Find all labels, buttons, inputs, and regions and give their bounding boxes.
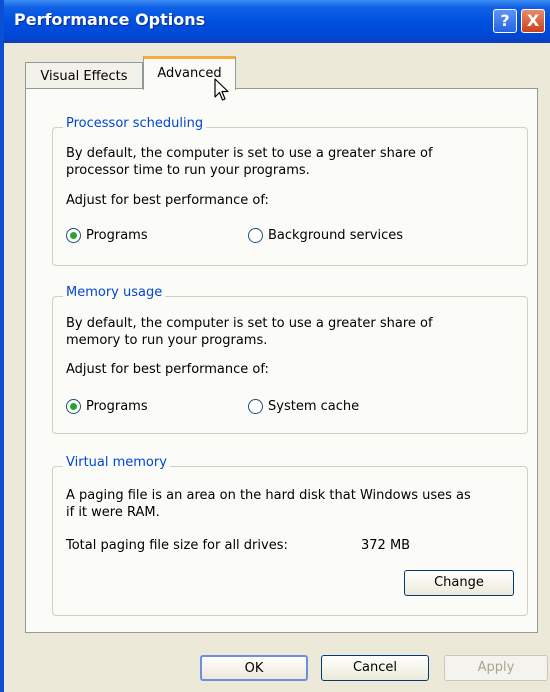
radio-selected-dot bbox=[70, 232, 77, 239]
virtual-description-line1: A paging file is an area on the hard dis… bbox=[66, 488, 471, 503]
processor-description-line1: By default, the computer is set to use a… bbox=[66, 146, 433, 161]
cancel-button[interactable]: Cancel bbox=[321, 655, 429, 681]
background-services-radio[interactable] bbox=[248, 228, 263, 243]
processor-description-line2: processor time to run your programs. bbox=[66, 163, 310, 178]
background-services-label[interactable]: Background services bbox=[268, 228, 403, 243]
window-title: Performance Options bbox=[14, 10, 206, 29]
memory-programs-label[interactable]: Programs bbox=[86, 399, 148, 414]
tab-visual-effects[interactable]: Visual Effects bbox=[25, 62, 143, 89]
title-bar[interactable]: Performance Options ? X bbox=[4, 0, 550, 43]
memory-usage-title: Memory usage bbox=[63, 285, 166, 300]
system-cache-radio[interactable] bbox=[248, 399, 263, 414]
mouse-pointer-icon bbox=[214, 78, 229, 101]
help-button[interactable]: ? bbox=[493, 9, 517, 33]
memory-description-line1: By default, the computer is set to use a… bbox=[66, 316, 433, 331]
processor-programs-label[interactable]: Programs bbox=[86, 228, 148, 243]
paging-total-value: 372 MB bbox=[361, 538, 411, 553]
close-button[interactable]: X bbox=[521, 9, 545, 33]
memory-programs-radio[interactable] bbox=[66, 399, 81, 414]
virtual-description-line2: if it were RAM. bbox=[66, 505, 160, 520]
processor-scheduling-title: Processor scheduling bbox=[63, 116, 207, 131]
processor-adjust-label: Adjust for best performance of: bbox=[66, 193, 269, 208]
ok-button[interactable]: OK bbox=[200, 655, 308, 681]
virtual-memory-title: Virtual memory bbox=[63, 455, 170, 470]
memory-adjust-label: Adjust for best performance of: bbox=[66, 362, 269, 377]
performance-options-window: Performance Options ? X Visual Effects A… bbox=[0, 0, 550, 692]
change-button[interactable]: Change bbox=[404, 570, 514, 596]
apply-button[interactable]: Apply bbox=[444, 655, 548, 681]
memory-description-line2: memory to run your programs. bbox=[66, 333, 268, 348]
processor-programs-radio[interactable] bbox=[66, 228, 81, 243]
radio-selected-dot bbox=[70, 403, 77, 410]
paging-total-label: Total paging file size for all drives: bbox=[66, 538, 288, 553]
system-cache-label[interactable]: System cache bbox=[268, 399, 359, 414]
